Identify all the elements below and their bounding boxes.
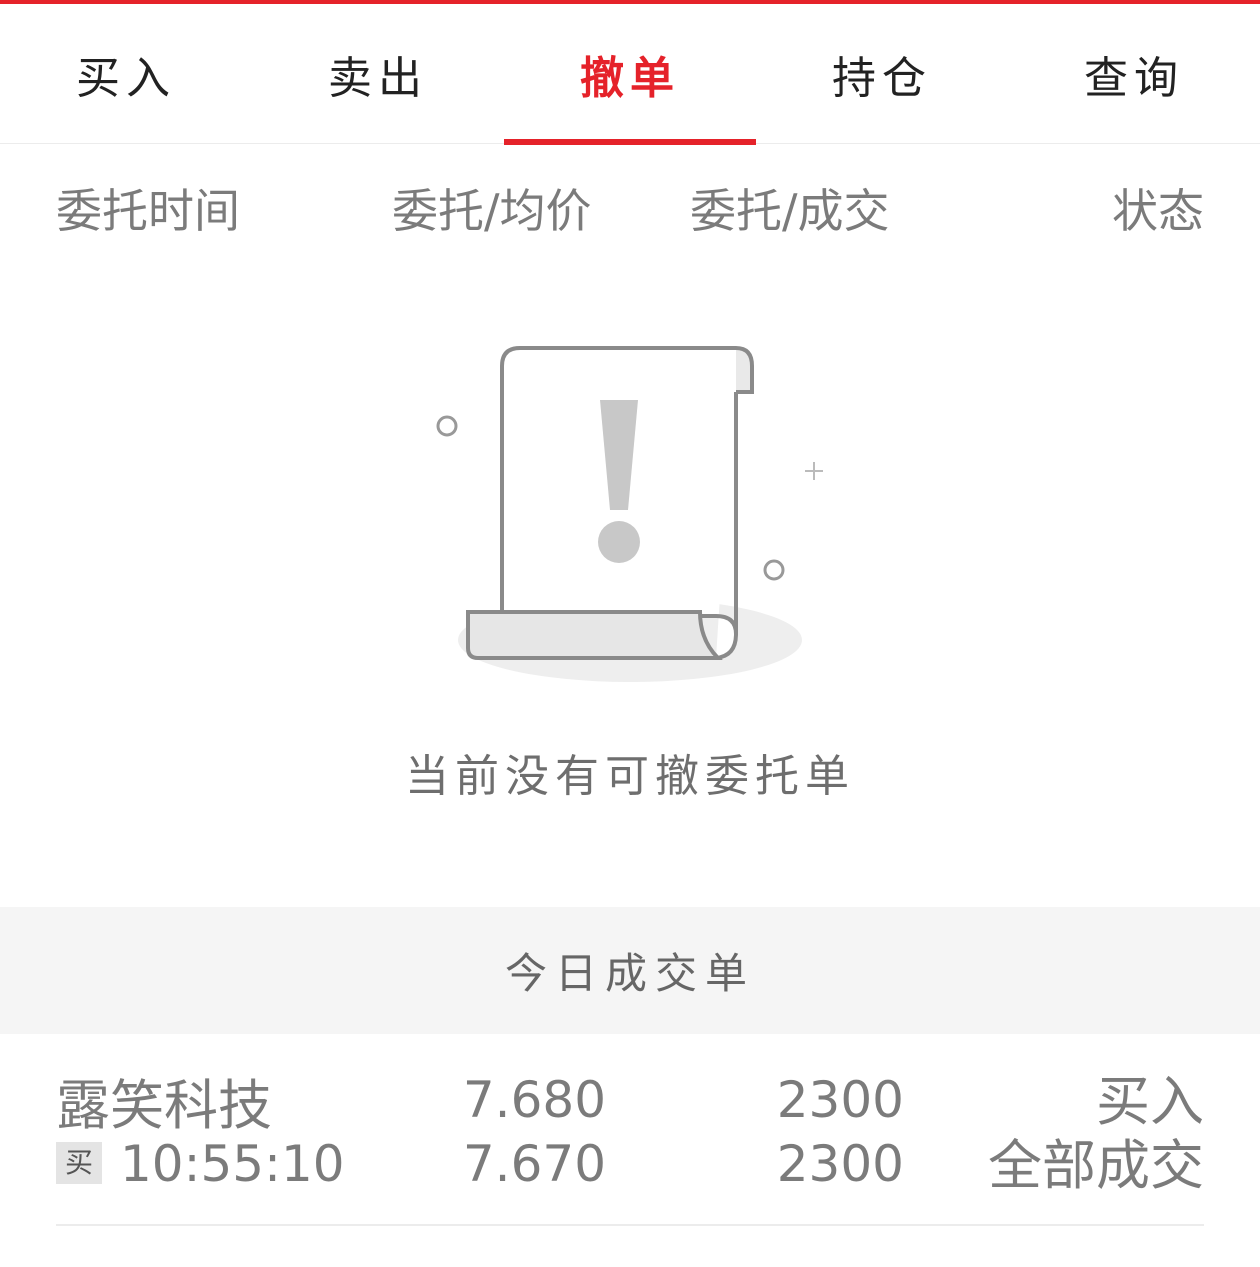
tab-cancel-order[interactable]: 撤单 (504, 4, 756, 144)
col-header-time: 委托时间 (56, 184, 240, 238)
tab-buy-label: 买入 (76, 53, 176, 104)
tab-buy[interactable]: 买入 (0, 4, 252, 144)
column-header: 委托时间 委托/均价 委托/成交 状态 (0, 145, 1260, 275)
filled-qty: 2300 (776, 1135, 904, 1193)
avg-price: 7.670 (462, 1135, 606, 1193)
col-header-price: 委托/均价 (392, 184, 592, 238)
empty-state-illustration (400, 320, 860, 720)
col-header-qty: 委托/成交 (690, 184, 890, 238)
trade-tabs: 买入 卖出 撤单 持仓 查询 (0, 4, 1260, 145)
tab-cancel-order-label: 撤单 (580, 53, 680, 104)
tab-query[interactable]: 查询 (1008, 4, 1260, 144)
tab-sell[interactable]: 卖出 (252, 4, 504, 144)
empty-state-message: 当前没有可撤委托单 (405, 751, 855, 802)
trade-status: 全部成交 (988, 1134, 1204, 1197)
warning-document-icon (436, 346, 823, 682)
order-qty: 2300 (776, 1071, 904, 1129)
stock-name: 露笑科技 (56, 1074, 272, 1137)
buy-side-badge: 买 (56, 1142, 102, 1184)
tab-positions[interactable]: 持仓 (756, 4, 1008, 144)
today-trades-header: 今日成交单 (0, 907, 1260, 1034)
today-trades-title: 今日成交单 (504, 949, 755, 998)
trade-direction: 买入 (1096, 1070, 1204, 1133)
tab-positions-label: 持仓 (832, 53, 932, 104)
order-price: 7.680 (462, 1071, 606, 1129)
tab-sell-label: 卖出 (328, 53, 428, 104)
col-header-status: 状态 (1112, 184, 1204, 238)
trade-time: 10:55:10 (120, 1135, 345, 1193)
trade-row[interactable]: 露笑科技 买 10:55:10 7.680 7.670 2300 2300 买入… (56, 1060, 1204, 1226)
tab-query-label: 查询 (1084, 53, 1184, 104)
